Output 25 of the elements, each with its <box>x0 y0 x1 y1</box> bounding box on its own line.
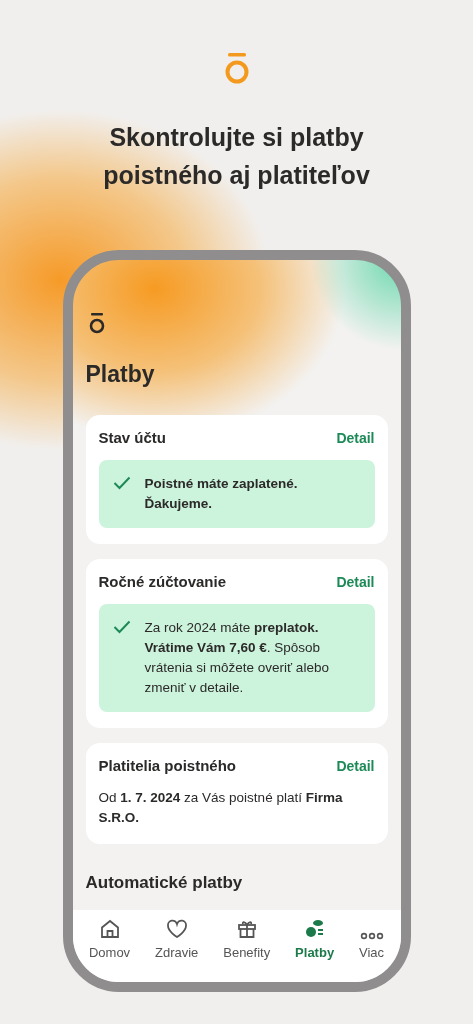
nav-tab[interactable]: Domov <box>84 918 135 960</box>
nav-tab[interactable]: Platby <box>291 918 339 960</box>
headline: Skontrolujte si platby poistného aj platiteľov <box>102 122 371 191</box>
status-message: Poistné máte zaplatené. Ďakujeme. <box>144 475 299 513</box>
check-icon <box>112 476 131 490</box>
nav-tab[interactable]: Viac <box>355 918 389 960</box>
detail-link[interactable]: Detail <box>336 429 375 446</box>
detail-link[interactable]: Detail <box>336 573 375 590</box>
card-title: Platitelia poistného <box>98 757 237 774</box>
nav-tab[interactable]: Zdravie <box>151 918 203 960</box>
payer-info: Od 1. 7. 2024 za Vás poistné platí Firma S.R.O. <box>98 790 343 825</box>
nav-tab[interactable]: Benefity <box>219 918 275 960</box>
screen-title: Platby <box>85 361 156 388</box>
check-icon <box>112 620 131 634</box>
card-title: Ročné zúčtovanie <box>98 573 227 590</box>
detail-link[interactable]: Detail <box>336 757 375 774</box>
logo-icon <box>87 312 106 334</box>
home-icon <box>98 918 121 940</box>
card-title: Stav účtu <box>98 429 166 446</box>
status-message: Za rok 2024 máte preplatok. Vrátime Vám 7,60 €. Spôsob vrátenia si môžete overiť alebo zmeniť v detaile. <box>144 619 330 697</box>
heart-icon <box>164 918 189 940</box>
section-heading: Automatické platby <box>85 873 244 893</box>
gift-icon <box>235 918 258 940</box>
more-icon <box>359 932 384 940</box>
coins-icon <box>303 918 326 940</box>
